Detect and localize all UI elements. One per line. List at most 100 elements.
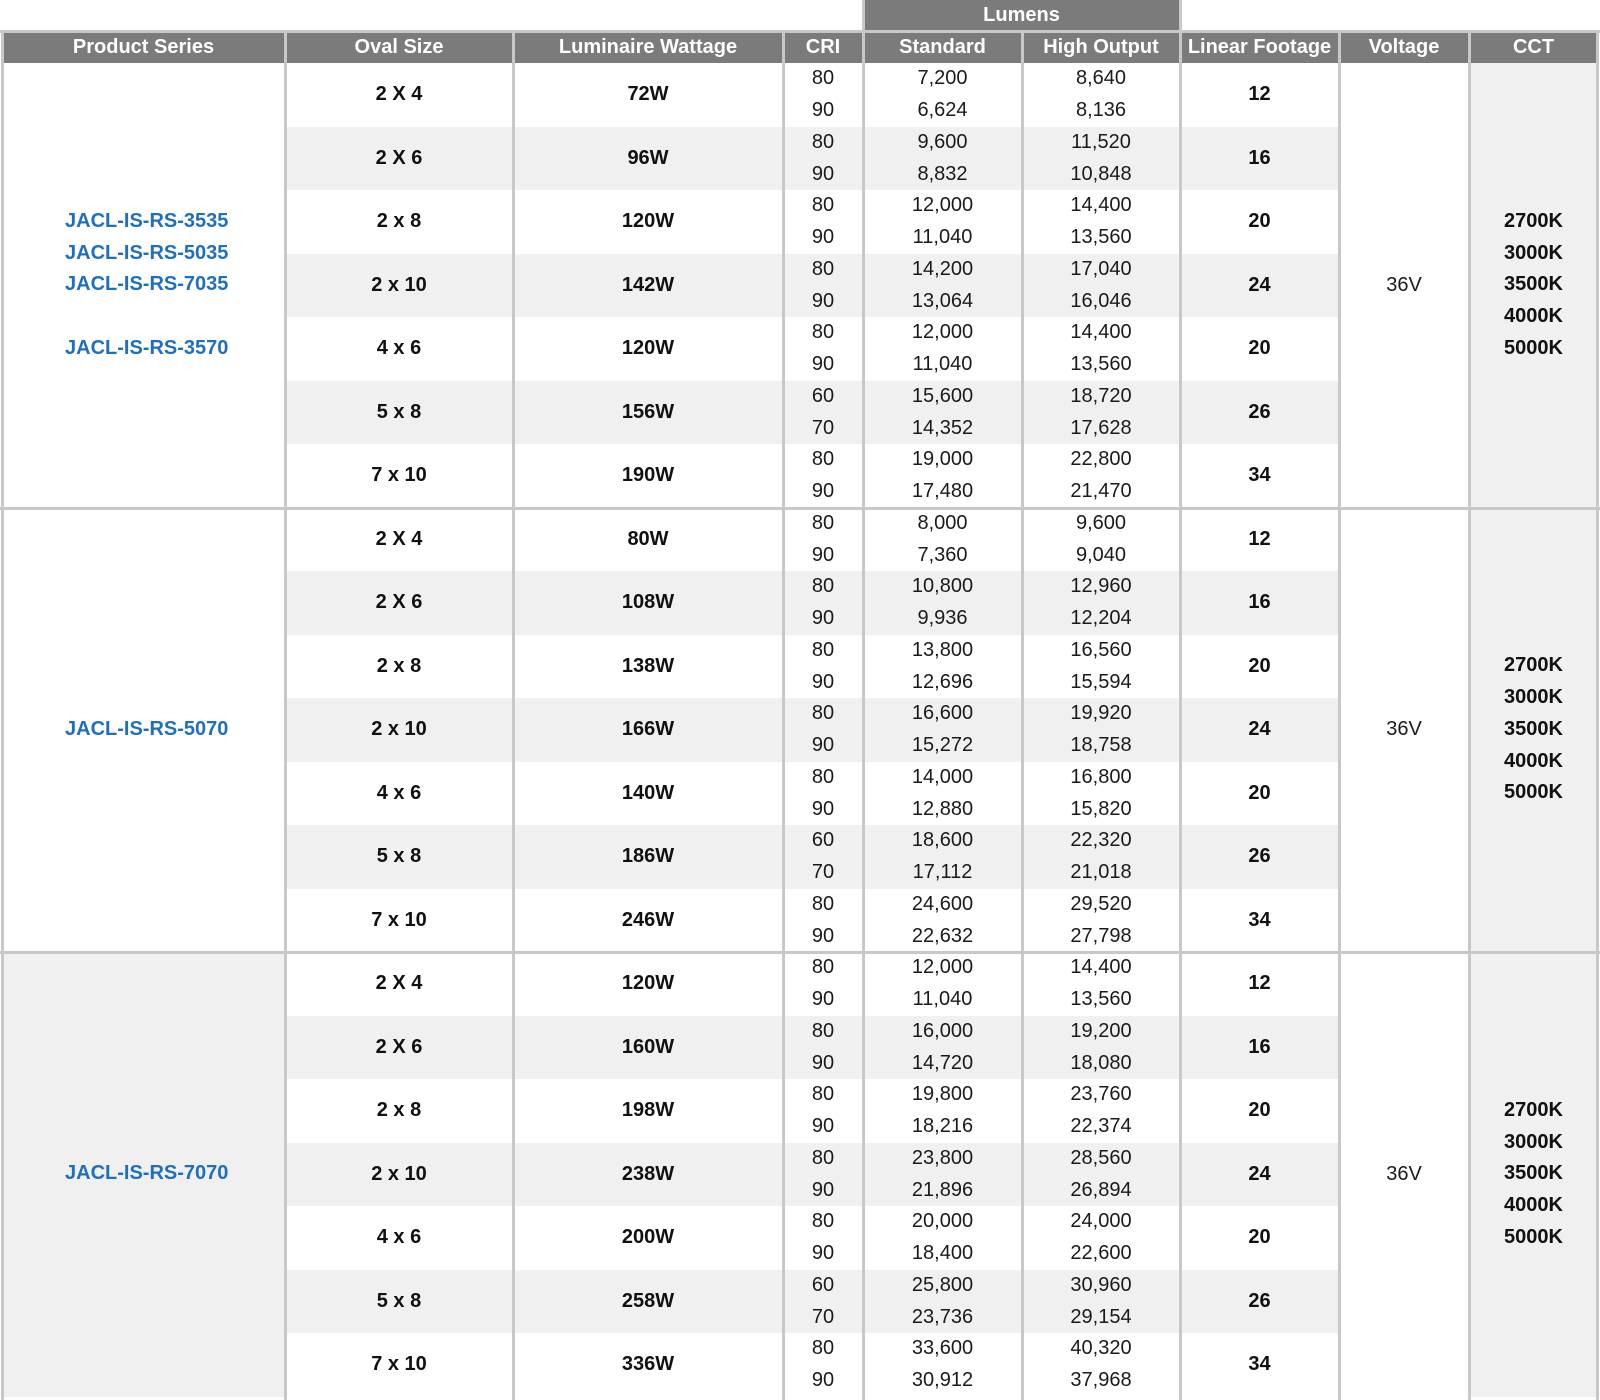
high-output-lumens-value: 28,560 [1070, 1146, 1132, 1169]
standard-lumens-value: 18,600 [911, 829, 974, 852]
high-output-lumens-value: 23,760 [1070, 1083, 1132, 1106]
high-output-lumens-value: 26,894 [1070, 1178, 1132, 1201]
cri-value: 70 [811, 416, 835, 439]
cri-value: 90 [811, 480, 835, 503]
oval-size-cell: 7 x 10 [371, 1353, 427, 1376]
wattage-cell: 96W [627, 146, 669, 169]
standard-lumens-value: 20,000 [911, 1210, 974, 1233]
wattage-cell: 246W [621, 908, 675, 931]
oval-size-cell: 5 x 8 [376, 845, 422, 868]
cct-value: 2700K [1504, 1098, 1563, 1121]
standard-lumens-value: 13,800 [911, 638, 974, 661]
standard-lumens-value: 30,912 [911, 1369, 974, 1392]
standard-lumens-value: 16,000 [911, 1019, 974, 1042]
cct-value: 3500K [1504, 273, 1563, 296]
linear-footage-cell: 24 [1248, 1162, 1271, 1185]
cri-value: 90 [811, 99, 835, 122]
cri-value: 90 [811, 289, 835, 312]
wattage-cell: 142W [621, 273, 675, 296]
standard-lumens-value: 17,112 [912, 861, 973, 884]
high-output-lumens-value: 21,018 [1070, 861, 1132, 884]
linear-footage-cell: 26 [1248, 1289, 1271, 1312]
wattage-cell: 160W [621, 1035, 675, 1058]
cct-cell: 2700K 3000K 3500K 4000K 5000K [1469, 63, 1598, 508]
column-divider [1596, 32, 1599, 1400]
standard-lumens-value: 9,936 [917, 607, 968, 630]
voltage-cell: 36V [1386, 718, 1422, 741]
cri-value: 80 [811, 448, 835, 471]
linear-footage-cell: 16 [1248, 1035, 1271, 1058]
cri-value: 90 [811, 988, 835, 1011]
oval-size-cell: 2 X 6 [375, 1035, 423, 1058]
cri-value: 80 [811, 702, 835, 725]
product-series-name: JACL-IS-RS-7035 [65, 273, 229, 296]
standard-lumens-value: 25,800 [911, 1273, 974, 1296]
high-output-lumens-value: 14,400 [1070, 194, 1132, 217]
oval-size-cell: 2 x 8 [376, 654, 422, 677]
row-divider [0, 951, 1600, 954]
cct-cell: 2700K 3000K 3500K 4000K 5000K [1469, 952, 1598, 1397]
wattage-cell: 200W [621, 1226, 675, 1249]
standard-lumens-value: 18,216 [911, 1115, 974, 1138]
wattage-cell: 186W [621, 845, 675, 868]
oval-size-cell: 2 X 4 [375, 83, 423, 106]
standard-lumens-value: 12,696 [911, 670, 974, 693]
cct-value: 4000K [1504, 305, 1563, 328]
cct-value: 3000K [1504, 241, 1563, 264]
cct-value: 3000K [1504, 1130, 1563, 1153]
product-series-cell: JACL-IS-RS-3535 JACL-IS-RS-5035 JACL-IS-RS… [2, 63, 285, 508]
high-output-lumens-value: 12,204 [1070, 607, 1132, 630]
high-output-lumens-value: 9,600 [1075, 511, 1127, 534]
wattage-cell: 138W [621, 654, 675, 677]
linear-footage-cell: 34 [1248, 908, 1271, 931]
column-divider [862, 32, 865, 1400]
high-output-lumens-value: 27,798 [1070, 924, 1132, 947]
linear-footage-cell: 16 [1248, 146, 1271, 169]
product-series-name: JACL-IS-RS-7070 [65, 1162, 229, 1185]
high-output-lumens-value: 8,136 [1075, 99, 1127, 122]
linear-footage-cell: 12 [1248, 527, 1271, 550]
high-output-lumens-value: 10,848 [1070, 162, 1132, 185]
standard-lumens-value: 14,000 [911, 765, 974, 788]
wattage-cell: 190W [621, 464, 675, 487]
cri-value: 90 [811, 797, 835, 820]
oval-size-cell: 2 x 10 [371, 273, 427, 296]
high-output-lumens-value: 18,720 [1070, 384, 1132, 407]
high-output-lumens-value: 22,600 [1070, 1242, 1132, 1265]
oval-size-cell: 2 X 6 [375, 591, 423, 614]
high-output-lumens-value: 22,800 [1070, 448, 1132, 471]
column-divider [1021, 32, 1024, 1400]
high-output-lumens-value: 15,594 [1070, 670, 1132, 693]
standard-lumens-header: Standard [863, 32, 1022, 63]
standard-lumens-value: 18,400 [911, 1242, 974, 1265]
wattage-cell: 120W [621, 972, 675, 995]
high-output-lumens-value: 29,154 [1070, 1305, 1132, 1328]
standard-lumens-value: 8,000 [917, 511, 968, 534]
linear-footage-cell: 16 [1248, 591, 1271, 614]
high-output-lumens-value: 21,470 [1070, 480, 1132, 503]
high-output-lumens-value: 8,640 [1075, 67, 1127, 90]
cri-value: 80 [811, 1146, 835, 1169]
standard-lumens-value: 23,800 [911, 1146, 974, 1169]
oval-size-header: Oval Size [285, 32, 513, 63]
cri-header: CRI [783, 32, 863, 63]
standard-lumens-value: 23,736 [911, 1305, 974, 1328]
standard-lumens-value: 10,800 [911, 575, 974, 598]
high-output-lumens-value: 17,628 [1070, 416, 1132, 439]
wattage-cell: 238W [621, 1162, 675, 1185]
high-output-lumens-value: 29,520 [1070, 892, 1132, 915]
linear-footage-cell: 26 [1248, 400, 1271, 423]
wattage-cell: 156W [621, 400, 675, 423]
high-output-lumens-value: 14,400 [1070, 956, 1132, 979]
standard-lumens-value: 12,880 [911, 797, 974, 820]
column-divider [1179, 32, 1182, 1400]
linear-footage-cell: 12 [1248, 972, 1271, 995]
wattage-cell: 120W [621, 210, 675, 233]
linear-footage-cell: 24 [1248, 273, 1271, 296]
row-divider [0, 506, 1600, 510]
linear-footage-cell: 26 [1248, 845, 1271, 868]
wattage-cell: 108W [621, 591, 675, 614]
cct-cell: 2700K 3000K 3500K 4000K 5000K [1469, 508, 1598, 953]
group-divider [1179, 0, 1182, 32]
linear-footage-cell: 20 [1248, 337, 1271, 360]
